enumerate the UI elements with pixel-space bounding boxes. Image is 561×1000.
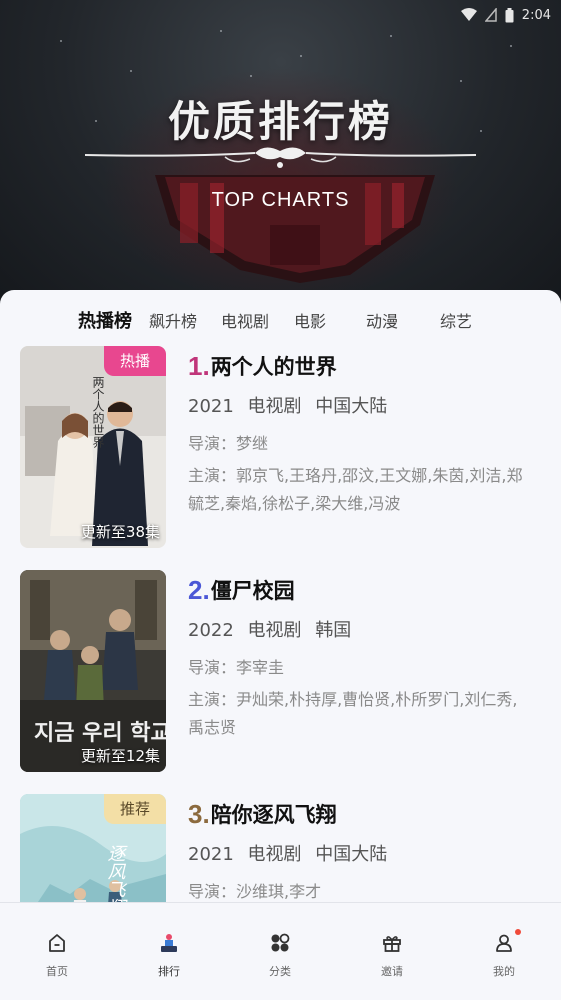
- item-director: 导演：李宰圭: [188, 658, 285, 677]
- nav-invite[interactable]: 邀请: [362, 931, 422, 979]
- item-title[interactable]: 僵尸校园: [211, 575, 295, 605]
- item-cast: 主演：郭京飞,王珞丹,邵汶,王文娜,朱茵,刘洁,郑毓芝,秦焰,徐松子,梁大维,冯…: [188, 466, 523, 513]
- poster-title-text: 两个人的世界: [91, 376, 105, 449]
- rank-number: 3.: [188, 798, 210, 829]
- tab-movie[interactable]: 电影: [290, 300, 330, 344]
- status-time: 2:04: [521, 7, 551, 23]
- item-meta: 2021 电视剧 中国大陆: [188, 392, 533, 420]
- recommend-badge: 推荐: [104, 794, 166, 824]
- item-type: 电视剧: [247, 396, 302, 417]
- item-region: 中国大陆: [315, 844, 388, 865]
- poster[interactable]: 逐风飞翔 推荐: [20, 794, 166, 902]
- poster-image: 两个人的世界: [20, 346, 166, 548]
- ranking-item[interactable]: 지금 우리 학교는 更新至12集 2. 僵尸校园 2022 电视剧 韩国 导演：…: [20, 570, 541, 774]
- home-icon: [27, 931, 87, 955]
- item-info: 3. 陪你逐风飞翔 2021 电视剧 中国大陆 导演：沙维琪,李才: [188, 794, 533, 902]
- hero-banner: 优质排行榜 TOP CHARTS: [0, 0, 561, 310]
- status-bar: 2:04: [0, 0, 561, 30]
- ranking-tabs: 热播榜 飙升榜 电视剧 电影 动漫 综艺: [0, 300, 561, 344]
- hot-badge: 热播: [104, 346, 166, 376]
- notification-dot: [515, 929, 521, 935]
- hero-subtitle: TOP CHARTS: [211, 189, 350, 211]
- poster-title-text: 逐风飞翔: [105, 844, 126, 902]
- item-year: 2022: [188, 620, 234, 641]
- item-title[interactable]: 陪你逐风飞翔: [211, 799, 337, 829]
- item-meta: 2022 电视剧 韩国: [188, 616, 533, 644]
- nav-ranking-label: 排行: [158, 965, 180, 978]
- poster-image: 지금 우리 학교는: [20, 570, 166, 772]
- item-type: 电视剧: [247, 620, 302, 641]
- item-type: 电视剧: [247, 844, 302, 865]
- battery-icon: [505, 7, 514, 23]
- item-year: 2021: [188, 844, 234, 865]
- item-cast: 主演：尹灿荣,朴持厚,曹怡贤,朴所罗门,刘仁秀,禹志贤: [188, 690, 518, 737]
- nav-category[interactable]: 分类: [250, 931, 310, 979]
- tab-variety[interactable]: 综艺: [436, 300, 476, 344]
- nav-ranking[interactable]: 排行: [139, 931, 199, 979]
- hero-title: 优质排行榜: [167, 97, 393, 146]
- ranking-item[interactable]: 逐风飞翔 推荐 3. 陪你逐风飞翔 2021 电视剧 中国大陆 导演：沙维琪,李…: [20, 794, 541, 902]
- rank-number: 1.: [188, 350, 210, 381]
- nav-category-label: 分类: [269, 965, 291, 978]
- nav-invite-label: 邀请: [381, 965, 403, 978]
- item-region: 中国大陆: [315, 396, 388, 417]
- gift-icon: [362, 931, 422, 955]
- nav-home[interactable]: 首页: [27, 931, 87, 979]
- hero-emblem: [155, 175, 435, 283]
- profile-icon: [474, 929, 534, 955]
- nav-profile-label: 我的: [493, 965, 515, 978]
- category-icon: [250, 931, 310, 955]
- nav-home-label: 首页: [46, 965, 68, 978]
- ranking-content: 热播榜 飙升榜 电视剧 电影 动漫 综艺 两个人的世界 热播 更新至38集 1.…: [0, 290, 561, 902]
- signal-icon: [484, 8, 497, 22]
- rank-number: 2.: [188, 574, 210, 605]
- poster-title-text: 지금 우리 학교는: [34, 721, 166, 746]
- ranking-icon: [139, 931, 199, 955]
- tab-tv-series[interactable]: 电视剧: [218, 300, 272, 344]
- ranking-item[interactable]: 两个人的世界 热播 更新至38集 1. 两个人的世界 2021 电视剧 中国大陆…: [20, 346, 541, 550]
- tab-hot[interactable]: 热播榜: [74, 300, 136, 344]
- hero-ornament: [85, 147, 476, 168]
- update-status: 更新至38集: [80, 523, 160, 541]
- update-status: 更新至12集: [80, 747, 160, 765]
- item-year: 2021: [188, 396, 234, 417]
- item-director: 导演：沙维琪,李才: [188, 882, 322, 901]
- item-meta: 2021 电视剧 中国大陆: [188, 840, 533, 868]
- poster[interactable]: 两个人的世界 热播 更新至38集: [20, 346, 166, 548]
- tab-anime[interactable]: 动漫: [362, 300, 402, 344]
- item-info: 2. 僵尸校园 2022 电视剧 韩国 导演：李宰圭 主演：尹灿荣,朴持厚,曹怡…: [188, 570, 533, 742]
- nav-profile[interactable]: 我的: [474, 929, 534, 979]
- item-region: 韩国: [315, 620, 352, 641]
- poster[interactable]: 지금 우리 학교는 更新至12集: [20, 570, 166, 772]
- bottom-navigation: 首页 排行 分类 邀请 我的: [0, 902, 561, 1000]
- item-info: 1. 两个人的世界 2021 电视剧 中国大陆 导演：梦继 主演：郭京飞,王珞丹…: [188, 346, 533, 518]
- tab-rising[interactable]: 飙升榜: [146, 300, 200, 344]
- item-title[interactable]: 两个人的世界: [211, 351, 337, 381]
- item-director: 导演：梦继: [188, 434, 269, 453]
- wifi-icon: [460, 8, 477, 22]
